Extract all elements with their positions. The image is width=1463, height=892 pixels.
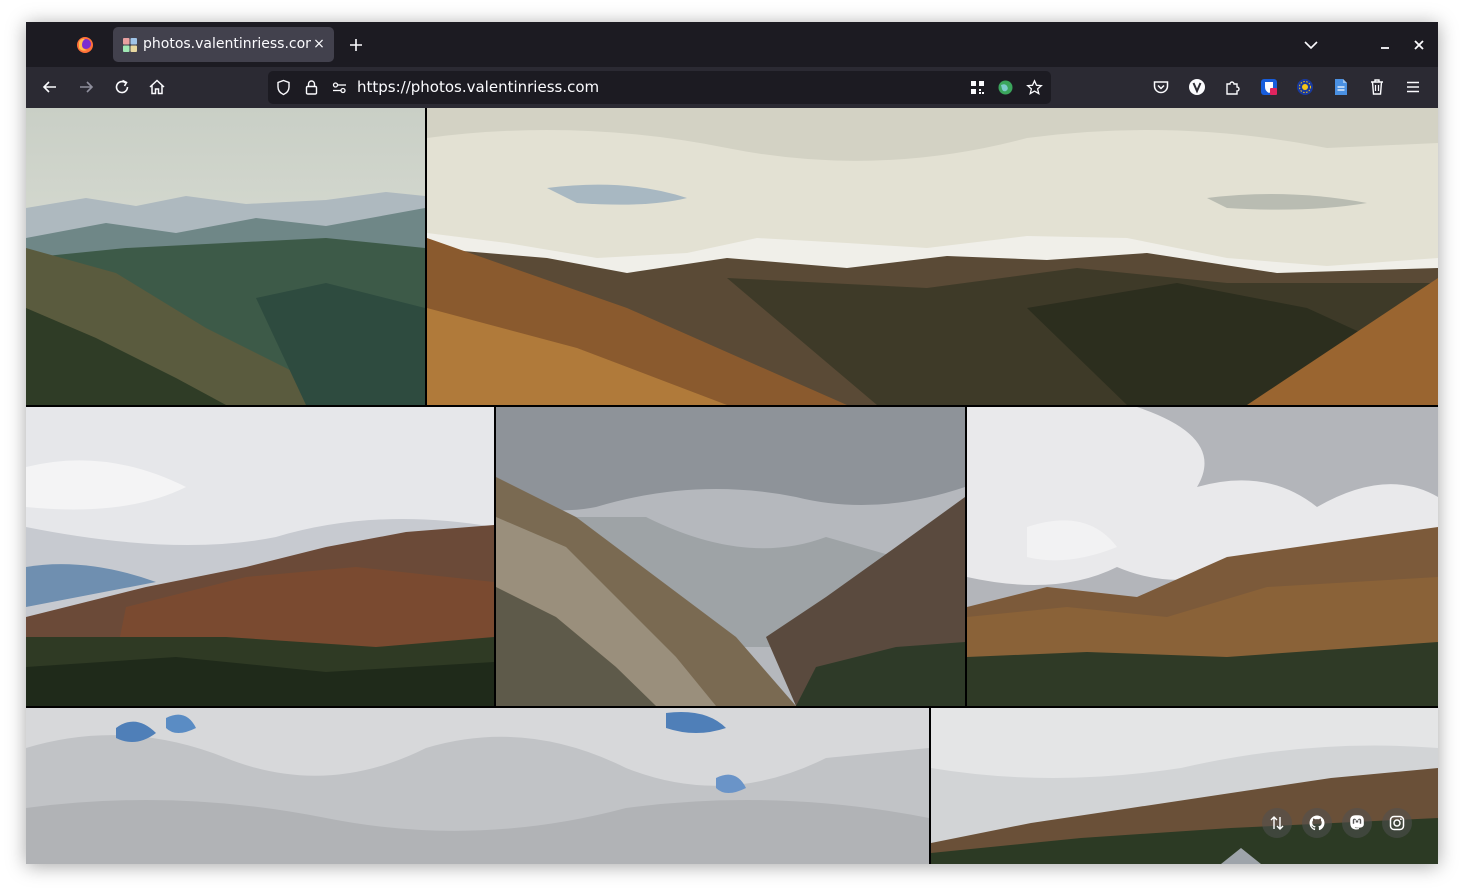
permissions-icon[interactable]	[331, 79, 348, 96]
pocket-icon[interactable]	[1151, 77, 1171, 97]
mastodon-icon	[1350, 815, 1364, 830]
active-tab[interactable]: photos.valentinriess.com/ ×	[113, 27, 334, 62]
photo-gallery	[26, 108, 1438, 864]
back-arrow-icon[interactable]	[40, 77, 60, 97]
gallery-photo[interactable]	[26, 407, 494, 706]
github-link[interactable]	[1302, 808, 1332, 838]
gallery-photo[interactable]	[427, 108, 1438, 405]
url-text[interactable]: https://photos.valentinriess.com	[357, 78, 599, 96]
lock-icon[interactable]	[303, 79, 320, 96]
browser-window: photos.valentinriess.com/ × https://phot…	[26, 22, 1438, 864]
instagram-link[interactable]	[1382, 808, 1412, 838]
menu-icon[interactable]	[1403, 77, 1423, 97]
reload-icon[interactable]	[112, 77, 132, 97]
gallery-photo[interactable]	[496, 407, 965, 706]
gallery-photo[interactable]	[967, 407, 1438, 706]
url-bar[interactable]: https://photos.valentinriess.com	[268, 71, 1051, 104]
new-tab-button[interactable]	[346, 35, 366, 55]
document-icon[interactable]	[1331, 77, 1351, 97]
close-window-button[interactable]	[1410, 36, 1428, 54]
navigation-toolbar: https://photos.valentinriess.com	[26, 67, 1438, 108]
tab-list-chevron-down-icon[interactable]	[1302, 36, 1320, 54]
qr-code-icon[interactable]	[969, 79, 986, 96]
firefox-logo-icon[interactable]	[76, 36, 94, 54]
tab-title: photos.valentinriess.com/	[143, 36, 311, 52]
favicon-icon	[122, 37, 138, 53]
tab-strip: photos.valentinriess.com/ ×	[26, 22, 1438, 67]
shield-icon[interactable]	[275, 79, 292, 96]
minimize-button[interactable]	[1376, 36, 1394, 54]
instagram-icon	[1389, 815, 1405, 831]
trash-icon[interactable]	[1367, 77, 1387, 97]
sort-button[interactable]	[1262, 808, 1292, 838]
tab-close-button[interactable]: ×	[311, 36, 327, 52]
gallery-photo[interactable]	[26, 108, 425, 405]
bitwarden-icon[interactable]	[1259, 77, 1279, 97]
star-icon[interactable]	[1026, 79, 1043, 96]
mastodon-link[interactable]	[1342, 808, 1372, 838]
github-icon	[1309, 815, 1325, 831]
extensions-icon[interactable]	[1223, 77, 1243, 97]
home-icon[interactable]	[147, 77, 167, 97]
gallery-photo[interactable]	[26, 708, 929, 864]
sort-arrows-icon	[1270, 816, 1284, 830]
globe-icon[interactable]	[997, 79, 1014, 96]
forward-arrow-icon[interactable]	[76, 77, 96, 97]
gallery-photo[interactable]	[931, 708, 1438, 864]
v-extension-icon[interactable]	[1187, 77, 1207, 97]
extension-blue-icon[interactable]	[1295, 77, 1315, 97]
